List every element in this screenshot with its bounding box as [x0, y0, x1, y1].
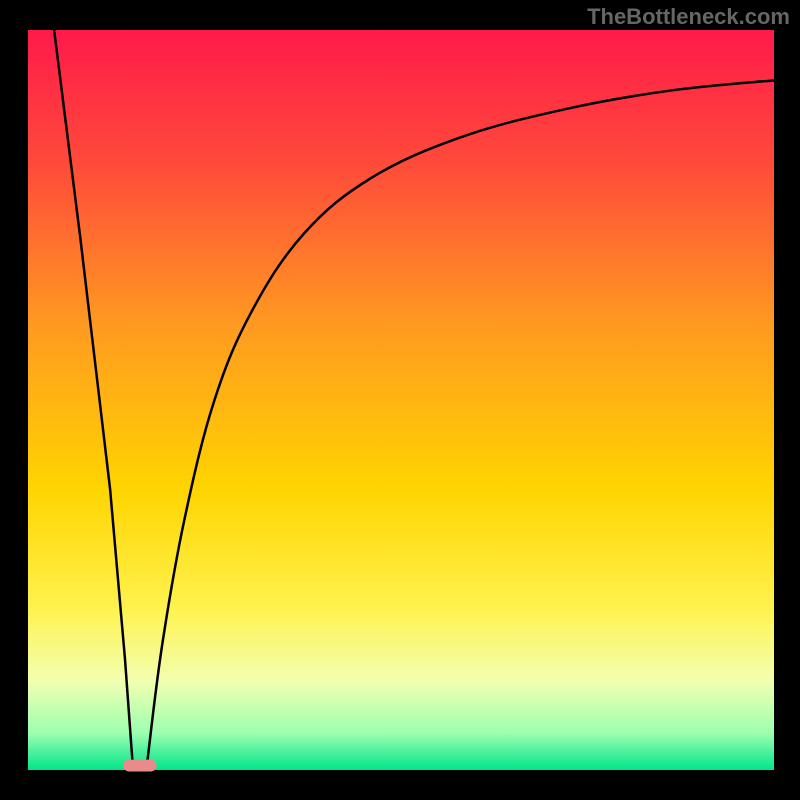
optimal-marker [123, 760, 157, 772]
chart-container: TheBottleneck.com [0, 0, 800, 800]
gradient-plot-background [28, 30, 774, 770]
watermark-text: TheBottleneck.com [587, 4, 790, 30]
bottleneck-chart [0, 0, 800, 800]
